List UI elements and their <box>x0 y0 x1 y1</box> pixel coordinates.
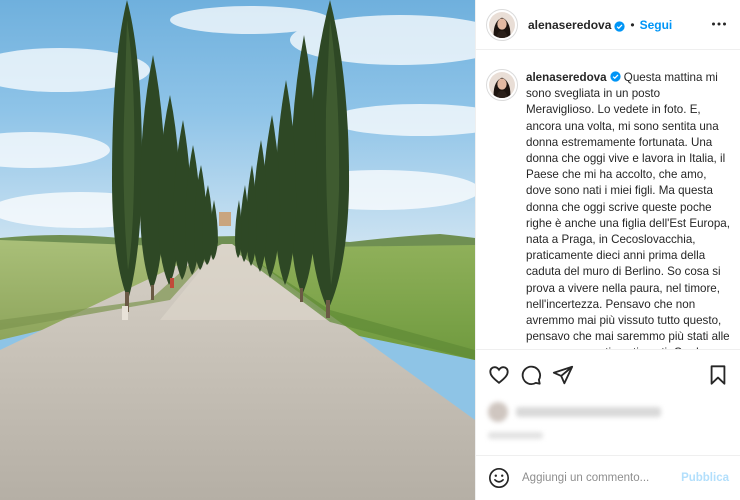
post-date-blurred <box>488 432 543 439</box>
header-separator: • <box>630 17 635 32</box>
post-photo-image <box>0 0 475 500</box>
action-bar <box>476 360 740 394</box>
likes-summary-blurred <box>488 400 728 444</box>
likes-text-blurred <box>516 407 661 417</box>
verified-badge-icon <box>614 19 626 32</box>
comment-icon[interactable] <box>520 364 542 386</box>
author-username[interactable]: alenaseredova <box>528 18 611 32</box>
comment-bar: Pubblica <box>476 455 740 500</box>
comment-input[interactable] <box>522 472 672 484</box>
post-header: alenaseredova • Segui <box>476 0 740 50</box>
verified-badge-icon <box>609 71 621 82</box>
caption-avatar[interactable] <box>486 69 518 101</box>
liker-avatar-blurred <box>488 402 508 422</box>
share-icon[interactable] <box>552 364 574 386</box>
follow-button[interactable]: Segui <box>640 18 673 32</box>
avatar-image <box>489 11 515 38</box>
emoji-icon[interactable] <box>488 467 510 489</box>
publish-button[interactable]: Pubblica <box>681 472 729 484</box>
post-photo[interactable] <box>0 0 475 500</box>
post-side-panel: alenaseredova • Segui alenaseredova Ques… <box>475 0 740 500</box>
caption-text: alenaseredova Questa mattina mi sono sve… <box>526 70 731 349</box>
caption-row: alenaseredova Questa mattina mi sono sve… <box>486 69 731 349</box>
more-options-icon[interactable] <box>711 16 727 32</box>
bookmark-icon[interactable] <box>707 364 729 386</box>
caption-section[interactable]: alenaseredova Questa mattina mi sono sve… <box>476 50 740 350</box>
author-avatar[interactable] <box>486 8 518 41</box>
caption-body: Questa mattina mi sono svegliata in un p… <box>526 71 730 349</box>
avatar-image <box>489 72 515 98</box>
heart-icon[interactable] <box>488 364 510 386</box>
caption-username[interactable]: alenaseredova <box>526 71 607 84</box>
